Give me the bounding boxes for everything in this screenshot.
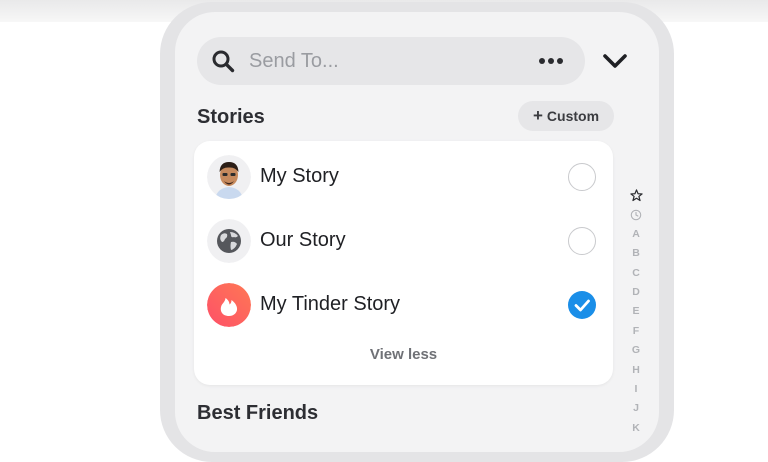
stories-section-title: Stories: [197, 106, 265, 128]
send-to-screen: Send To... Stories + Custom My Story Our…: [175, 12, 659, 452]
select-checkbox-checked[interactable]: [568, 291, 596, 319]
index-letter[interactable]: A: [629, 225, 643, 244]
index-letter[interactable]: B: [629, 244, 643, 263]
select-checkbox[interactable]: [568, 163, 596, 191]
custom-story-button[interactable]: + Custom: [518, 101, 614, 131]
tinder-flame-icon: [207, 283, 251, 327]
index-clock-icon[interactable]: [629, 205, 643, 224]
index-letter[interactable]: J: [629, 399, 643, 418]
globe-icon: [207, 219, 251, 263]
more-options-icon[interactable]: [537, 52, 565, 70]
stories-card: My Story Our Story My Tinder Story View …: [194, 141, 613, 385]
index-letter[interactable]: D: [629, 283, 643, 302]
story-label: My Story: [260, 165, 339, 187]
story-label: My Tinder Story: [260, 293, 401, 315]
story-row-our-story[interactable]: Our Story: [194, 209, 613, 273]
checkmark-icon: [574, 299, 590, 312]
best-friends-section-title: Best Friends: [197, 402, 319, 424]
bitmoji-avatar-icon: [207, 155, 251, 199]
search-input[interactable]: Send To...: [249, 50, 339, 73]
index-letter[interactable]: I: [629, 380, 643, 399]
index-letter[interactable]: K: [629, 419, 643, 438]
chevron-down-icon[interactable]: [601, 48, 629, 74]
alphabet-index-bar[interactable]: A B C D E F G H I J K: [629, 186, 643, 438]
story-row-tinder-story[interactable]: My Tinder Story: [194, 273, 613, 337]
index-letter[interactable]: G: [629, 341, 643, 360]
story-row-my-story[interactable]: My Story: [194, 145, 613, 209]
search-bar[interactable]: Send To...: [197, 37, 585, 85]
index-letter[interactable]: E: [629, 302, 643, 321]
custom-button-label: Custom: [546, 108, 600, 124]
view-less-link[interactable]: View less: [194, 346, 613, 363]
index-star-icon[interactable]: [629, 186, 643, 205]
select-checkbox[interactable]: [568, 227, 596, 255]
plus-icon: +: [532, 106, 543, 125]
search-icon: [212, 50, 235, 73]
index-letter[interactable]: H: [629, 361, 643, 380]
story-label: Our Story: [260, 229, 346, 251]
index-letter[interactable]: F: [629, 322, 643, 341]
index-letter[interactable]: C: [629, 264, 643, 283]
